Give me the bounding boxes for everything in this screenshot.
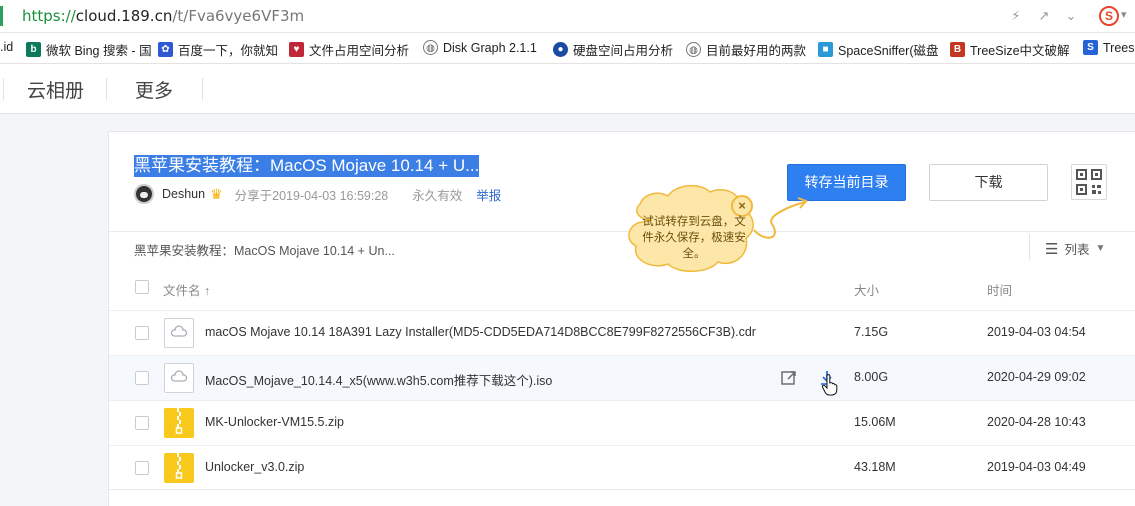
nav-album[interactable]: 云相册 <box>27 76 84 103</box>
zip-file-icon <box>164 408 194 438</box>
table-row[interactable]: macOS Mojave 10.14 18A391 Lazy Installer… <box>109 310 1135 355</box>
file-time: 2019-04-03 04:49 <box>987 460 1086 474</box>
row-checkbox[interactable] <box>135 371 149 385</box>
file-time: 2020-04-29 09:02 <box>987 370 1086 384</box>
globe-icon: ◍ <box>423 40 438 55</box>
search-engine-dropdown-icon[interactable]: ▾ <box>1121 8 1127 21</box>
report-link[interactable]: 举报 <box>476 185 501 204</box>
treesize-icon: S <box>1083 40 1098 55</box>
file-name[interactable]: MK-Unlocker-VM15.5.zip <box>205 415 344 429</box>
bookmark-item[interactable]: .id <box>0 40 13 54</box>
chevron-down-icon: ▼ <box>1095 243 1106 254</box>
row-checkbox[interactable] <box>135 461 149 475</box>
file-name[interactable]: Unlocker_v3.0.zip <box>205 460 304 474</box>
address-bar[interactable]: https://cloud.189.cn/t/Fva6vye6VF3m ⚡ ↗ … <box>0 0 1135 33</box>
row-checkbox[interactable] <box>135 416 149 430</box>
file-icon <box>164 363 194 393</box>
breadcrumb[interactable]: 黑苹果安装教程：MacOS Mojave 10.14 + Un... <box>134 240 395 259</box>
view-mode-label: 列表 <box>1064 243 1090 257</box>
col-size-header[interactable]: 大小 <box>854 280 879 299</box>
share-icon[interactable]: ↗ <box>1036 8 1052 24</box>
bookmark-item[interactable]: B TreeSize中文破解 <box>950 40 1070 59</box>
nav-divider <box>106 78 107 100</box>
file-name[interactable]: MacOS_Mojave_10.14.4_x5(www.w3h5.com推荐下载… <box>205 370 552 389</box>
file-size: 15.06M <box>854 415 896 429</box>
bookmark-item[interactable]: ◍ Disk Graph 2.1.1 <box>423 40 537 55</box>
secure-indicator <box>0 6 3 26</box>
chevron-down-icon[interactable]: ⌄ <box>1063 8 1079 24</box>
file-time: 2020-04-28 10:43 <box>987 415 1086 429</box>
heart-icon: ♥ <box>289 42 304 57</box>
bookmark-item[interactable]: ■ SpaceSniffer(磁盘 <box>818 40 939 59</box>
divider <box>109 489 1135 490</box>
nav-divider <box>3 78 4 100</box>
treesize-icon: B <box>950 42 965 57</box>
validity-label: 永久有效 <box>412 188 463 203</box>
bookmark-item[interactable]: ♥ 文件占用空间分析 <box>289 40 409 59</box>
list-icon: ☰ <box>1045 240 1059 258</box>
spacesniffer-icon: ■ <box>818 42 833 57</box>
url-text[interactable]: https://cloud.189.cn/t/Fva6vye6VF3m <box>22 7 304 25</box>
file-size: 7.15G <box>854 325 889 339</box>
disk-icon: ● <box>553 42 568 57</box>
owner-name[interactable]: Deshun <box>162 187 205 201</box>
top-nav: 云相册 更多 <box>0 64 1135 114</box>
lightning-icon[interactable]: ⚡ <box>1008 8 1024 24</box>
table-row[interactable]: MacOS_Mojave_10.14.4_x5(www.w3h5.com推荐下载… <box>109 355 1135 400</box>
table-row[interactable]: MK-Unlocker-VM15.5.zip 15.06M 2020-04-28… <box>109 400 1135 445</box>
bookmark-item[interactable]: ◍ 目前最好用的两款 <box>686 40 806 59</box>
col-name-header[interactable]: 文件名 ↑ <box>163 280 210 299</box>
select-all-checkbox[interactable] <box>135 280 149 294</box>
view-mode-toggle[interactable]: ☰ 列表 ▼ <box>1029 234 1106 260</box>
bookmark-item[interactable]: ✿ 百度一下，你就知 <box>158 40 278 59</box>
file-size: 8.00G <box>854 370 889 384</box>
file-time: 2019-04-03 04:54 <box>987 325 1086 339</box>
bookmark-item[interactable]: ● 硬盘空间占用分析 <box>553 40 673 59</box>
share-title: 黑苹果安装教程：MacOS Mojave 10.14 + U... <box>134 155 480 177</box>
shared-time: 分享于2019-04-03 16:59:28 <box>234 188 389 203</box>
search-engine-icon[interactable]: S <box>1099 6 1119 26</box>
qrcode-icon[interactable] <box>1071 164 1107 200</box>
share-meta: Deshun ♛ 分享于2019-04-03 16:59:28 永久有效 举报 <box>134 184 501 204</box>
file-size: 43.18M <box>854 460 896 474</box>
divider <box>1029 234 1030 260</box>
nav-divider <box>202 78 203 100</box>
hand-cursor-icon <box>821 374 839 396</box>
bookmark-item[interactable]: S Trees <box>1083 40 1135 55</box>
download-button[interactable]: 下载 <box>929 164 1048 201</box>
baidu-icon: ✿ <box>158 42 173 57</box>
crown-icon: ♛ <box>210 185 223 202</box>
bookmark-item[interactable]: b 微软 Bing 搜索 - 国 <box>26 40 152 59</box>
file-name[interactable]: macOS Mojave 10.14 18A391 Lazy Installer… <box>205 325 756 339</box>
save-tip-text: 试试转存到云盘，文件永久保存，极速安全。 <box>642 216 746 260</box>
zip-file-icon <box>164 453 194 483</box>
avatar <box>134 184 154 204</box>
table-row[interactable]: Unlocker_v3.0.zip 43.18M 2019-04-03 04:4… <box>109 445 1135 490</box>
globe-icon: ◍ <box>686 42 701 57</box>
bookmarks-bar: .id b 微软 Bing 搜索 - 国 ✿ 百度一下，你就知 ♥ 文件占用空间分析 … <box>0 33 1135 64</box>
bing-icon: b <box>26 42 41 57</box>
file-icon <box>164 318 194 348</box>
col-time-header[interactable]: 时间 <box>987 280 1012 299</box>
row-checkbox[interactable] <box>135 326 149 340</box>
open-external-icon[interactable] <box>780 369 798 387</box>
nav-more[interactable]: 更多 <box>135 76 173 103</box>
